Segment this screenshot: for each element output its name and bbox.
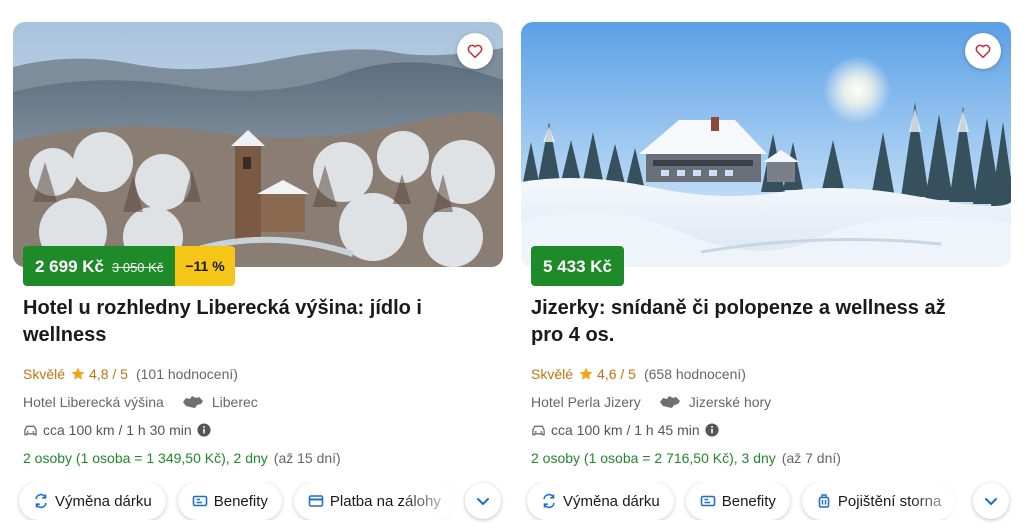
price-badge: 5 433 Kč: [531, 246, 624, 286]
star-icon: [579, 367, 593, 380]
chevron-down-icon: [477, 498, 489, 505]
chip-gift-exchange[interactable]: Výměna dárku: [19, 482, 166, 520]
czech-map-icon: [659, 396, 680, 408]
region-name: Jizerské hory: [688, 394, 772, 410]
rating-score: 4,8 / 5: [89, 366, 128, 382]
exchange-icon: [35, 493, 47, 509]
availability-text: (až 15 dní): [273, 450, 341, 466]
ticket-icon: [192, 495, 208, 507]
chip-label: Výměna dárku: [563, 492, 660, 510]
favorite-button[interactable]: [457, 33, 493, 69]
original-price: 3 050 Kč: [112, 260, 164, 275]
distance-row: cca 100 km / 1 h 30 min: [23, 421, 503, 439]
distance-text: cca 100 km / 1 h 45 min: [551, 422, 700, 438]
car-icon: [24, 425, 37, 435]
chip-label: Benefity: [213, 492, 268, 510]
mountain-hotel-snow-photo: [521, 22, 1011, 267]
czech-map-icon: [182, 396, 203, 408]
discount-badge: −11 %: [175, 246, 235, 286]
persons-row: 2 osoby (1 osoba = 1 349,50 Kč), 2 dny (a…: [23, 450, 503, 468]
hotel-tower-winter-photo: [13, 22, 503, 267]
show-more-chips-button[interactable]: [465, 483, 501, 519]
chip-cancellation-insurance[interactable]: Pojištění storna: [801, 482, 956, 520]
region-name: Liberec: [211, 394, 258, 410]
info-icon[interactable]: [705, 423, 719, 437]
availability-text: (až 7 dní): [781, 450, 841, 466]
location-row: Hotel Liberecká výšina Liberec: [23, 393, 503, 411]
chip-benefits[interactable]: Benefity: [685, 482, 790, 520]
card-icon: [308, 495, 324, 507]
distance-row: cca 100 km / 1 h 45 min: [531, 421, 1011, 439]
rating-label: Skvělé: [23, 366, 66, 382]
chip-label: Benefity: [721, 492, 776, 510]
rating-label: Skvělé: [531, 366, 574, 382]
luggage-icon: [818, 494, 830, 508]
hotel-name: Hotel Liberecká výšina: [23, 394, 164, 410]
chip-benefits[interactable]: Benefity: [177, 482, 282, 520]
info-icon[interactable]: [197, 423, 211, 437]
offer-card[interactable]: 2 699 Kč 3 050 Kč −11 % Hotel u rozhledn…: [13, 22, 503, 520]
offer-card[interactable]: 5 433 Kč Jizerky: snídaně či polopenze a…: [521, 22, 1011, 520]
persons-text: 2 osoby (1 osoba = 1 349,50 Kč), 2 dny: [23, 450, 268, 466]
offer-title[interactable]: Hotel u rozhledny Liberecká výšina: jídl…: [23, 295, 443, 349]
ticket-icon: [700, 495, 716, 507]
hotel-name: Hotel Perla Jizery: [531, 394, 641, 410]
feature-chips: Výměna dárku Benefity Pojištění storna: [525, 482, 1011, 520]
rating-score: 4,6 / 5: [597, 366, 636, 382]
location-row: Hotel Perla Jizery Jizerské hory: [531, 393, 1011, 411]
exchange-icon: [543, 493, 555, 509]
current-price: 5 433 Kč: [543, 257, 612, 276]
rating-count: (101 hodnocení): [135, 366, 238, 382]
chip-deposit-payment[interactable]: Platba na zálohy: [293, 482, 455, 520]
chevron-down-icon: [985, 498, 997, 505]
offer-photo[interactable]: [13, 22, 503, 267]
chip-label: Platba na zálohy: [329, 492, 441, 510]
car-icon: [532, 425, 545, 435]
rating-count: (658 hodnocení): [643, 366, 746, 382]
rating-row: Skvělé 4,8 / 5 (101 hodnocení): [23, 365, 503, 383]
offer-title[interactable]: Jizerky: snídaně či polopenze a wellness…: [531, 295, 951, 349]
show-more-chips-button[interactable]: [973, 483, 1009, 519]
price-box: 5 433 Kč: [531, 246, 624, 286]
persons-row: 2 osoby (1 osoba = 2 716,50 Kč), 3 dny (a…: [531, 450, 1011, 468]
heart-outline-icon: [467, 44, 483, 59]
chip-label: Pojištění storna: [837, 492, 942, 510]
price-badge: 2 699 Kč 3 050 Kč −11 %: [23, 246, 235, 286]
heart-outline-icon: [975, 44, 991, 59]
distance-text: cca 100 km / 1 h 30 min: [43, 422, 192, 438]
rating-row: Skvělé 4,6 / 5 (658 hodnocení): [531, 365, 1011, 383]
current-price: 2 699 Kč: [35, 257, 104, 276]
chip-label: Výměna dárku: [55, 492, 152, 510]
persons-text: 2 osoby (1 osoba = 2 716,50 Kč), 3 dny: [531, 450, 776, 466]
star-icon: [71, 367, 85, 380]
chip-gift-exchange[interactable]: Výměna dárku: [527, 482, 674, 520]
favorite-button[interactable]: [965, 33, 1001, 69]
price-box: 2 699 Kč 3 050 Kč: [23, 246, 176, 286]
offer-photo[interactable]: [521, 22, 1011, 267]
feature-chips: Výměna dárku Benefity Platba na zálohy: [17, 482, 503, 520]
